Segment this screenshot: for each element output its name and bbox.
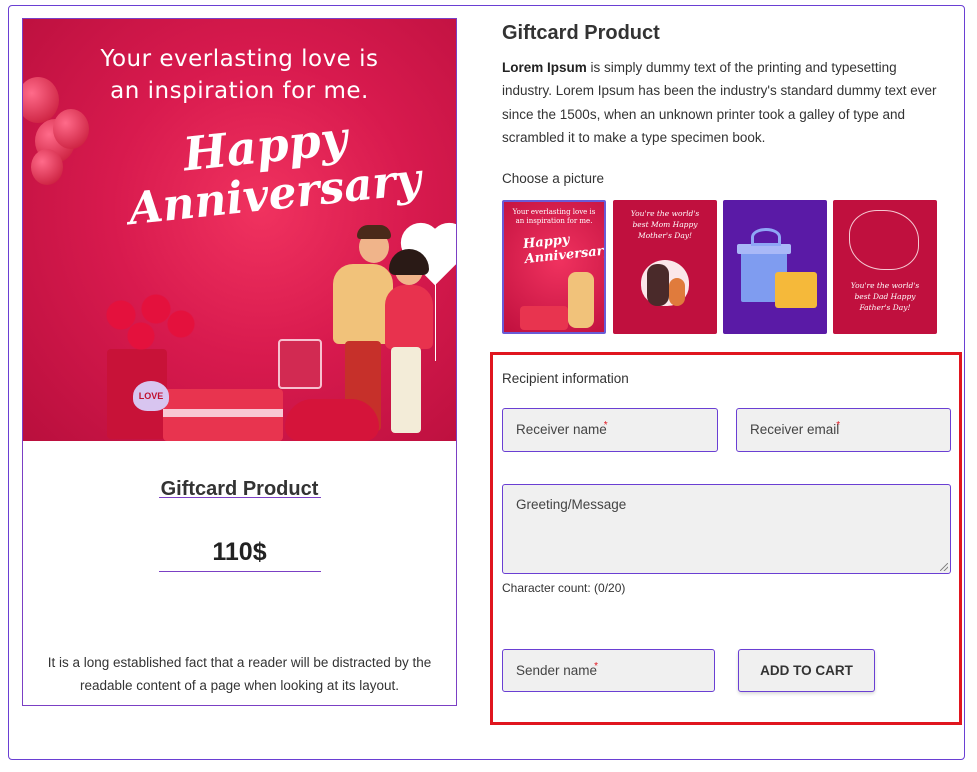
balloon-string <box>435 281 436 361</box>
greeting-message-textarea[interactable]: Greeting/Message <box>502 484 951 574</box>
card-description: It is a long established fact that a rea… <box>47 655 432 693</box>
heart-pillow <box>285 399 379 441</box>
thumbnail-child <box>669 278 685 306</box>
thumbnail-mother <box>647 264 669 306</box>
divider <box>159 497 321 498</box>
thumbnail-anniversary[interactable]: Your everlasting love is an inspiration … <box>502 200 606 334</box>
hero-tagline-line1: Your everlasting love is <box>100 46 379 72</box>
receiver-email-input[interactable]: Receiver email* <box>736 408 951 452</box>
product-description: Lorem Ipsum is simply dummy text of the … <box>502 56 946 149</box>
gift-box <box>278 339 322 389</box>
hero-image: Your everlasting love is an inspiration … <box>23 19 456 441</box>
required-mark: * <box>603 420 608 431</box>
hero-tagline-line2: an inspiration for me. <box>110 78 369 104</box>
sender-name-placeholder: Sender name <box>516 663 598 678</box>
receiver-name-placeholder: Receiver name <box>516 422 607 437</box>
receiver-name-input[interactable]: Receiver name* <box>502 408 718 452</box>
divider <box>159 571 321 572</box>
product-title: Giftcard Product <box>502 22 660 44</box>
thumbnail-gift-boxes[interactable] <box>723 200 827 334</box>
thumbnail-text: You're the world's best Mom Happy Mother… <box>630 209 700 240</box>
receiver-email-placeholder: Receiver email <box>750 422 840 437</box>
gift-ribbon <box>163 409 283 417</box>
gift-card-icon <box>775 272 817 308</box>
thumbnail-fathers-day[interactable]: You're the world's best Dad Happy Father… <box>833 200 937 334</box>
message-placeholder: Greeting/Message <box>516 497 627 512</box>
required-mark: * <box>836 420 841 431</box>
woman-legs <box>391 347 421 433</box>
card-price: 110$ <box>212 538 267 566</box>
thumbnail-mothers-day[interactable]: You're the world's best Mom Happy Mother… <box>613 200 717 334</box>
balloon-graphic <box>31 149 63 185</box>
sender-name-input[interactable]: Sender name* <box>502 649 715 692</box>
thumbnail-couple <box>568 272 594 328</box>
recipient-info-label: Recipient information <box>502 371 629 386</box>
thumbnail-hands-sketch <box>849 210 919 270</box>
required-mark: * <box>594 661 598 672</box>
choose-picture-label: Choose a picture <box>502 171 605 186</box>
product-card: Your everlasting love is an inspiration … <box>22 18 457 706</box>
thumbnail-headline: Happy Anniversary <box>522 232 606 268</box>
add-to-cart-button[interactable]: ADD TO CART <box>738 649 875 692</box>
product-description-bold: Lorem Ipsum <box>502 60 587 75</box>
gift-bow-icon <box>751 228 781 246</box>
man-body <box>333 264 393 344</box>
resize-handle-icon[interactable] <box>940 563 948 571</box>
character-count: Character count: (0/20) <box>502 581 626 595</box>
thumbnail-gifts <box>520 306 568 330</box>
thumbnail-text: You're the world's best Dad Happy Father… <box>850 281 920 312</box>
balloon-graphic <box>53 109 89 149</box>
woman-body <box>385 285 433 349</box>
thumbnail-text: Your everlasting love is an inspiration … <box>512 208 596 225</box>
man-hair <box>357 225 391 239</box>
hero-tagline: Your everlasting love is an inspiration … <box>23 43 456 107</box>
roses <box>101 291 201 351</box>
love-heart-tag: LOVE <box>133 381 169 411</box>
